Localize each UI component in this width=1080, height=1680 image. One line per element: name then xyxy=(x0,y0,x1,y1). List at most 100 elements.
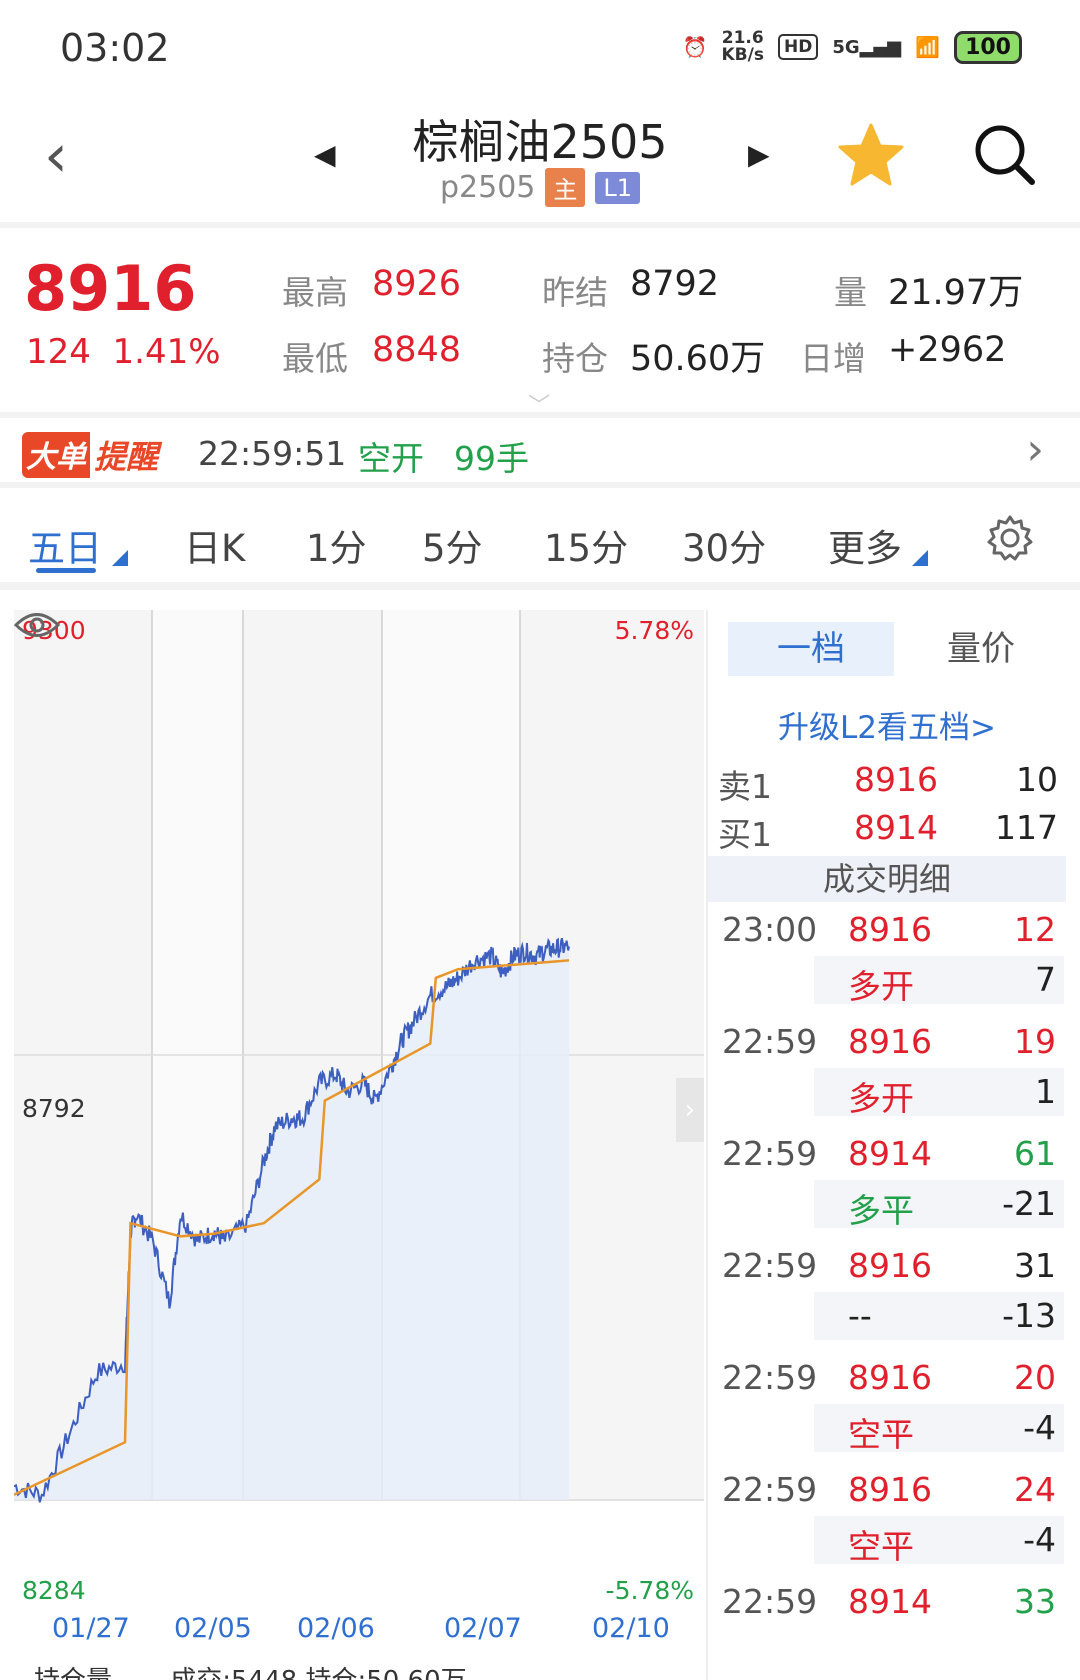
daily-inc-value: +2962 xyxy=(888,330,1007,370)
trade-action: 多平 xyxy=(848,1191,914,1230)
ask-row: 卖1 8916 10 xyxy=(718,760,1058,806)
tab-level1[interactable]: 一档 xyxy=(728,622,894,676)
trade-qty: 19 xyxy=(1014,1022,1056,1061)
trade-price: 8914 xyxy=(848,1134,932,1173)
level-badge: L1 xyxy=(595,171,641,204)
next-contract-icon[interactable]: ▶ xyxy=(748,138,770,171)
volume-label: 量 xyxy=(834,273,867,312)
trade-oi-change: 1 xyxy=(1035,1072,1056,1111)
low-label: 最低 xyxy=(282,339,348,378)
alert-volume: 99手 xyxy=(454,439,529,478)
header: ‹ ◀ 棕榈油2505 p2505 主 L1 ▶ xyxy=(0,96,1080,228)
trade-oi-change: -13 xyxy=(1002,1296,1056,1335)
trade-action: 多开 xyxy=(848,1079,914,1118)
alarm-icon: ⏰ xyxy=(682,35,708,59)
trade-oi-change: -21 xyxy=(1002,1184,1056,1223)
dropdown-triangle-icon xyxy=(912,550,928,566)
orderbook-panel: 一档 量价 升级L2看五档> 卖1 8916 10 买1 8914 117 成交… xyxy=(706,610,1066,1680)
x-label: 02/06 xyxy=(297,1613,375,1644)
high-label: 最高 xyxy=(282,273,348,312)
status-time: 03:02 xyxy=(60,26,170,70)
trade-time: 23:00 xyxy=(722,910,818,949)
tab-five-day[interactable]: 五日 xyxy=(28,518,102,572)
trade-price: 8916 xyxy=(848,1470,932,1509)
trade-oi-change: 7 xyxy=(1035,960,1056,999)
trade-row: 22:59 8916 20 空平 -4 xyxy=(708,1358,1066,1478)
gear-icon[interactable] xyxy=(986,514,1034,562)
chart-canvas xyxy=(14,610,704,1503)
battery-icon: 100 xyxy=(954,30,1022,64)
alert-logo: 大单 提醒 xyxy=(22,432,158,478)
contract-code: p2505 xyxy=(439,170,536,205)
wifi-icon: 📶 xyxy=(915,35,941,59)
trade-time: 22:59 xyxy=(722,1134,818,1173)
trade-row: 23:00 8916 12 多开 7 xyxy=(708,910,1066,1030)
trade-qty: 31 xyxy=(1014,1246,1056,1285)
trade-time: 22:59 xyxy=(722,1470,818,1509)
trade-qty: 20 xyxy=(1014,1358,1056,1397)
trade-price: 8916 xyxy=(848,1022,932,1061)
contract-subline: p2505 主 L1 xyxy=(0,168,1080,207)
panel-tabs: 一档 量价 xyxy=(718,622,1058,676)
tab-5min[interactable]: 5分 xyxy=(422,518,483,572)
tab-15min[interactable]: 15分 xyxy=(544,518,628,572)
tab-1min[interactable]: 1分 xyxy=(306,518,367,572)
trade-row: 22:59 8914 61 多平 -21 xyxy=(708,1134,1066,1254)
oi-selector[interactable]: 持仓量 xyxy=(34,1666,112,1680)
low-value: 8848 xyxy=(372,330,462,370)
chevron-right-icon[interactable]: › xyxy=(1026,424,1044,475)
panel-toggle-handle[interactable]: › xyxy=(676,1078,704,1142)
alert-action: 空开 xyxy=(358,439,424,478)
trade-action: 空平 xyxy=(848,1415,914,1454)
summary-text: 成交:5448 持仓:50.60万 xyxy=(170,1666,466,1680)
quote-panel: 8916 124 1.41% 最高 8926 最低 8848 昨结 8792 持… xyxy=(0,228,1080,420)
eye-icon[interactable] xyxy=(14,610,60,640)
indicator-bar: 持仓量 成交:5448 持仓:50.60万 xyxy=(14,1660,704,1680)
trade-qty: 61 xyxy=(1014,1134,1056,1173)
trade-qty: 12 xyxy=(1014,910,1056,949)
trade-oi-change: -4 xyxy=(1023,1520,1056,1559)
main-contract-badge: 主 xyxy=(545,168,586,207)
favorite-star-icon[interactable] xyxy=(838,122,904,188)
trade-price: 8916 xyxy=(848,910,932,949)
tab-30min[interactable]: 30分 xyxy=(682,518,766,572)
trade-action: 多开 xyxy=(848,967,914,1006)
page-title: 棕榈油2505 xyxy=(412,115,668,169)
y-mid-label: 8792 xyxy=(22,1094,86,1123)
search-icon[interactable] xyxy=(972,122,1036,186)
trade-oi-change: -4 xyxy=(1023,1408,1056,1447)
x-label: 02/07 xyxy=(444,1613,522,1644)
alert-time: 22:59:51 xyxy=(198,434,347,473)
trade-price: 8916 xyxy=(848,1358,932,1397)
pct-bottom-label: -5.78% xyxy=(605,1576,694,1605)
trade-row: 22:59 8916 24 空平 -4 xyxy=(708,1470,1066,1590)
high-value: 8926 xyxy=(372,264,462,304)
hd-icon: HD xyxy=(777,34,819,60)
prev-settle-label: 昨结 xyxy=(542,273,608,312)
y-bottom-label: 8284 xyxy=(22,1576,86,1605)
trade-qty: 24 xyxy=(1014,1470,1056,1509)
tab-more[interactable]: 更多 xyxy=(828,518,902,572)
trade-time: 22:59 xyxy=(722,1358,818,1397)
pct-top-label: 5.78% xyxy=(614,616,694,645)
trade-action: -- xyxy=(848,1296,872,1335)
expand-chevron-icon[interactable]: ﹀ xyxy=(528,388,550,420)
last-price: 8916 xyxy=(24,252,197,325)
active-tab-underline xyxy=(36,568,96,573)
x-label: 02/05 xyxy=(174,1613,252,1644)
dropdown-triangle-icon xyxy=(112,550,128,566)
period-tabs: 五日 日K 1分 5分 15分 30分 更多 xyxy=(0,488,1080,590)
tab-volume-price[interactable]: 量价 xyxy=(898,622,1064,676)
trade-row: 22:59 8916 31 -- -13 xyxy=(708,1246,1066,1366)
trade-price: 8914 xyxy=(848,1582,932,1621)
status-bar: 03:02 ⏰ 21.6 KB/s HD 5G▂▄▆ 📶 100 xyxy=(0,0,1080,96)
tab-daily-k[interactable]: 日K xyxy=(184,518,245,572)
upgrade-l2-link[interactable]: 升级L2看五档> xyxy=(708,702,1066,747)
trade-row: 22:59 8914 33 xyxy=(708,1582,1066,1680)
x-label: 02/10 xyxy=(592,1613,670,1644)
big-order-alert[interactable]: 大单 提醒 22:59:51 空开 99手 › xyxy=(0,418,1080,488)
five-day-chart[interactable]: 9300 8792 8284 5.78% -5.78% 01/27 02/05 … xyxy=(14,610,704,1680)
volume-value: 21.97万 xyxy=(888,273,1024,313)
trade-time: 22:59 xyxy=(722,1022,818,1061)
trade-price: 8916 xyxy=(848,1246,932,1285)
